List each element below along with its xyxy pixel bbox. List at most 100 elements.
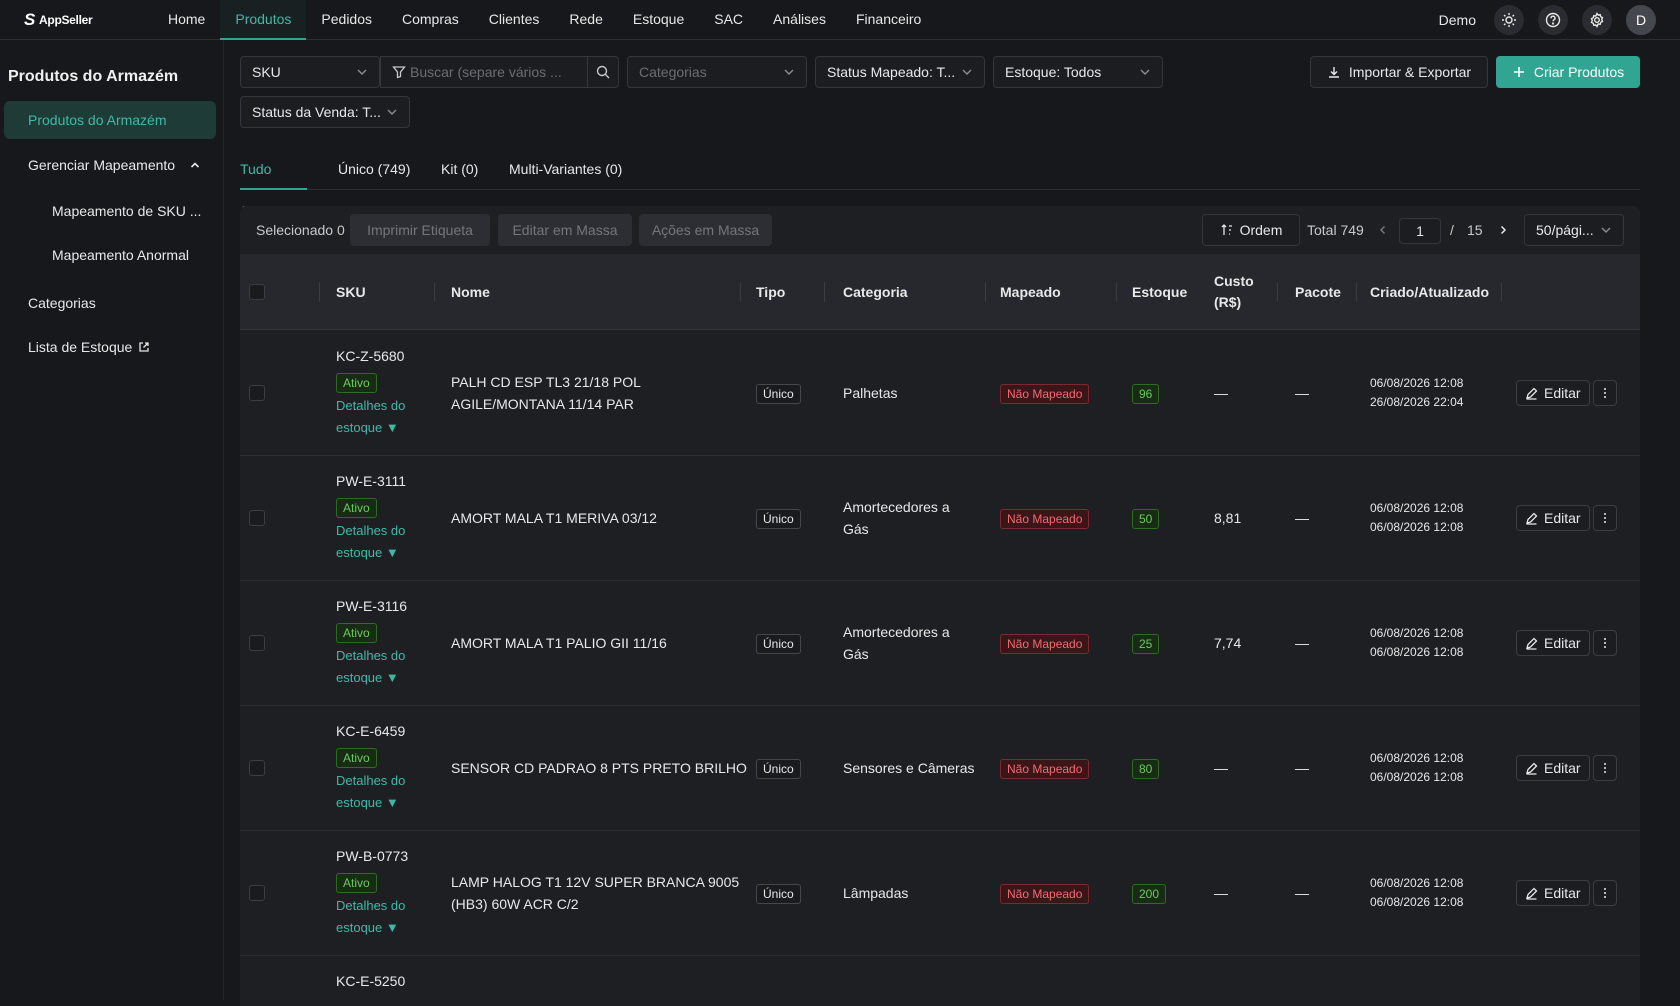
mapping-status-badge: Não Mapeado [1000,509,1090,529]
more-vertical-icon [1604,388,1606,398]
status-venda-select[interactable]: Status da Venda: T... [240,96,410,128]
cost-value: — [1214,385,1228,401]
settings-button[interactable] [1582,4,1612,35]
nav-compras[interactable]: Compras [387,0,474,40]
sku-value: PW-E-3116 [336,598,408,614]
user-name[interactable]: Demo [1439,12,1476,28]
mapping-status-badge: Não Mapeado [1000,884,1090,904]
product-name-line2: (HB3) 60W ACR C/2 [451,896,579,912]
more-vertical-icon [1604,513,1606,523]
edit-button[interactable]: Editar [1516,380,1590,406]
category-line2: Gás [843,521,869,537]
import-export-button[interactable]: Importar & Exportar [1310,56,1488,88]
more-actions-button[interactable] [1593,755,1617,781]
more-actions-button[interactable] [1593,630,1617,656]
nav-financeiro[interactable]: Financeiro [841,0,936,40]
sidebar-item-produtos-armazem[interactable]: Produtos do Armazém [4,101,216,139]
nav-analises[interactable]: Análises [758,0,841,40]
nav-rede[interactable]: Rede [554,0,617,40]
theme-toggle-button[interactable] [1494,4,1524,35]
stock-details-line1: Detalhes do [336,773,406,788]
nav-home[interactable]: Home [153,0,220,40]
sidebar-item-mapeamento-anormal[interactable]: Mapeamento Anormal [52,247,189,263]
created-date: 06/08/2026 12:08 [1370,501,1464,515]
row-checkbox[interactable] [249,510,265,526]
sidebar-item-label: Lista de Estoque [28,339,133,355]
app-logo[interactable]: S AppSeller [24,10,138,30]
row-checkbox[interactable] [249,635,265,651]
user-avatar[interactable]: D [1626,4,1656,35]
order-button[interactable]: Ordem [1202,214,1300,246]
row-checkbox[interactable] [249,385,265,401]
status-badge: Ativo [336,623,377,643]
bulk-actions-button[interactable]: Ações em Massa [639,214,772,246]
more-actions-button[interactable] [1593,380,1617,406]
nav-clientes[interactable]: Clientes [474,0,555,40]
header-custo-line2: (R$) [1214,294,1242,310]
download-icon [1328,67,1339,78]
page-size-select[interactable]: 50/pági... [1524,214,1624,246]
row-checkbox[interactable] [249,760,265,776]
tab-tudo[interactable]: Tudo (749) [240,148,307,219]
nav-sac[interactable]: SAC [699,0,758,40]
more-actions-button[interactable] [1593,505,1617,531]
estoque-value: Estoque: Todos [1005,64,1102,80]
edit-label: Editar [1544,635,1581,651]
stock-details-link[interactable]: Detalhes do estoque ▼ [336,520,405,564]
edit-label: Editar [1544,510,1581,526]
chevron-up-icon [191,162,200,168]
chevron-down-icon [784,69,794,75]
search-input[interactable]: Buscar (separe vários ... [380,56,589,88]
sku-select[interactable]: SKU [240,56,380,88]
stock-details-link[interactable]: Detalhes do estoque ▼ [336,770,405,814]
chevron-right-icon[interactable] [1497,224,1509,236]
edit-button[interactable]: Editar [1516,880,1590,906]
header-pacote: Pacote [1295,283,1341,300]
column-divider [824,282,825,302]
bulk-edit-button[interactable]: Editar em Massa [498,214,632,246]
nav-produtos[interactable]: Produtos [220,0,307,40]
edit-button[interactable]: Editar [1516,505,1590,531]
tab-multi-variantes[interactable]: Multi-Variantes (0) [509,148,622,190]
categorias-select[interactable]: Categorias [627,56,807,88]
sidebar-item-categorias[interactable]: Categorias [28,295,96,311]
stock-details-line1: Detalhes do [336,398,406,413]
product-name-line1: SENSOR CD PADRAO 8 PTS PRETO BRILHO [451,760,747,776]
stock-details-link[interactable]: Detalhes do estoque ▼ [336,895,405,939]
tab-kit[interactable]: Kit (0) [441,148,478,190]
package-value: — [1295,760,1309,776]
stock-details-line1: Detalhes do [336,648,406,663]
sidebar-item-mapeamento-sku[interactable]: Mapeamento de SKU ... [52,203,201,219]
nav-pedidos[interactable]: Pedidos [306,0,387,40]
stock-details-link[interactable]: Detalhes do estoque ▼ [336,645,405,689]
stock-badge: 25 [1132,634,1160,654]
column-divider [740,282,741,302]
logo-icon: S [24,9,36,29]
select-all-checkbox[interactable] [249,284,265,300]
category-line1: Lâmpadas [843,885,909,901]
tab-unico[interactable]: Único (749) [338,148,410,190]
product-name: LAMP HALOG T1 12V SUPER BRANCA 9005 (HB3)… [451,871,739,915]
search-button[interactable] [587,56,619,88]
sidebar-item-gerenciar-mapeamento[interactable]: Gerenciar Mapeamento [28,157,201,173]
dates: 06/08/2026 12:08 06/08/2026 12:08 [1370,749,1463,787]
create-products-button[interactable]: Criar Produtos [1496,56,1640,88]
edit-button[interactable]: Editar [1516,755,1590,781]
more-vertical-icon [1604,638,1606,648]
more-actions-button[interactable] [1593,880,1617,906]
page-input[interactable]: 1 [1399,218,1441,244]
stock-badge: 96 [1132,384,1160,404]
stock-badge: 80 [1132,759,1160,779]
estoque-select[interactable]: Estoque: Todos [993,56,1163,88]
dates: 06/08/2026 12:08 06/08/2026 12:08 [1370,874,1463,912]
stock-details-link[interactable]: Detalhes do estoque ▼ [336,395,405,439]
sidebar-item-lista-estoque[interactable]: Lista de Estoque [28,339,150,355]
pencil-icon [1526,387,1538,400]
nav-estoque[interactable]: Estoque [618,0,699,40]
chevron-left-icon[interactable] [1377,224,1389,236]
edit-button[interactable]: Editar [1516,630,1590,656]
status-mapeado-select[interactable]: Status Mapeado: T... [815,56,985,88]
help-button[interactable] [1538,4,1568,35]
print-label-button[interactable]: Imprimir Etiqueta [350,214,490,246]
row-checkbox[interactable] [249,885,265,901]
